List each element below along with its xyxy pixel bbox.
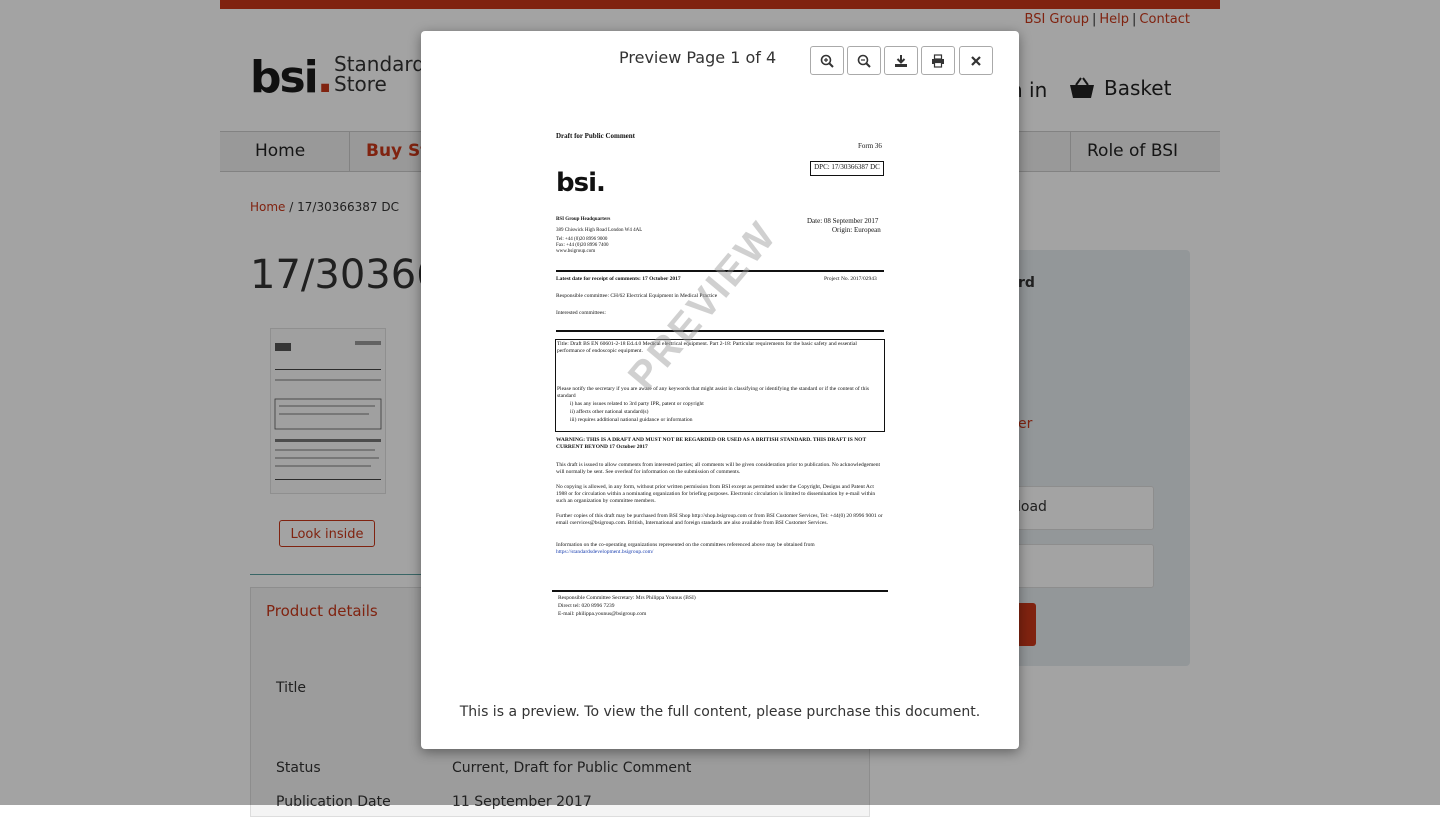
doc-rule bbox=[556, 330, 884, 332]
doc-paragraph-3: Further copies of this draft may be purc… bbox=[556, 513, 883, 526]
download-icon bbox=[895, 54, 907, 67]
doc-date: Date: 08 September 2017 bbox=[807, 217, 879, 225]
print-icon bbox=[932, 53, 944, 68]
doc-draft-heading: Draft for Public Comment bbox=[556, 132, 635, 140]
doc-tel: Tel: +44 (0)20 8996 9000 bbox=[556, 237, 608, 242]
doc-rule bbox=[552, 590, 888, 592]
doc-notify: Please notify the secretary if you are a… bbox=[557, 386, 870, 399]
doc-box-title: Title: Draft BS EN 60601-2-18 Ed.4.0 Med… bbox=[557, 341, 857, 354]
close-button[interactable] bbox=[959, 46, 993, 75]
doc-interested: Interested committees: bbox=[556, 310, 606, 316]
zoom-out-icon bbox=[857, 54, 871, 68]
doc-project-no: Project No. 2017/02943 bbox=[824, 276, 877, 282]
zoom-out-button[interactable] bbox=[847, 46, 881, 75]
doc-item-2: ii) affects other national standard(s) bbox=[570, 409, 649, 415]
doc-paragraph-1: This draft is issued to allow comments f… bbox=[556, 462, 880, 475]
doc-item-1: i) has any issues related to 3rd party I… bbox=[570, 401, 704, 407]
doc-email: E-mail: philippa.younus@bsigroup.com bbox=[558, 611, 647, 617]
doc-origin: Origin: European bbox=[832, 226, 881, 234]
zoom-in-icon bbox=[820, 54, 834, 68]
doc-item-3: iii) requires additional national guidan… bbox=[570, 417, 693, 423]
close-icon bbox=[971, 55, 981, 66]
print-button[interactable] bbox=[921, 46, 955, 75]
doc-address: 389 Chiswick High Road London W4 4AL bbox=[556, 228, 643, 233]
doc-form-number: Form 36 bbox=[858, 142, 882, 150]
doc-warning: WARNING: THIS IS A DRAFT AND MUST NOT BE… bbox=[556, 437, 867, 450]
doc-bsi-logo: bsi. bbox=[556, 168, 606, 198]
doc-link[interactable]: https://standardsdevelopment.bsigroup.co… bbox=[556, 549, 653, 555]
doc-dpc-box: DPC: 17/30366387 DC bbox=[810, 161, 884, 176]
doc-hq: BSI Group Headquarters bbox=[556, 217, 611, 222]
doc-latest-date: Latest date for receipt of comments: 17 … bbox=[556, 276, 681, 282]
doc-paragraph-2: No copying is allowed, in any form, with… bbox=[556, 484, 876, 504]
preview-note: This is a preview. To view the full cont… bbox=[459, 704, 981, 720]
download-button[interactable] bbox=[884, 46, 918, 75]
doc-direct-tel: Direct tel: 020 8996 7239 bbox=[558, 603, 615, 609]
doc-paragraph-4: Information on the co-operating organiza… bbox=[556, 542, 815, 548]
zoom-in-button[interactable] bbox=[810, 46, 844, 75]
preview-title: Preview Page 1 of 4 bbox=[619, 48, 777, 67]
doc-fax: Fax: +44 (0)20 8996 7400 bbox=[556, 243, 609, 248]
doc-secretary: Responsible Committee Secretary: Mrs Phi… bbox=[558, 595, 696, 601]
doc-web: www.bsigroup.com bbox=[556, 249, 596, 254]
